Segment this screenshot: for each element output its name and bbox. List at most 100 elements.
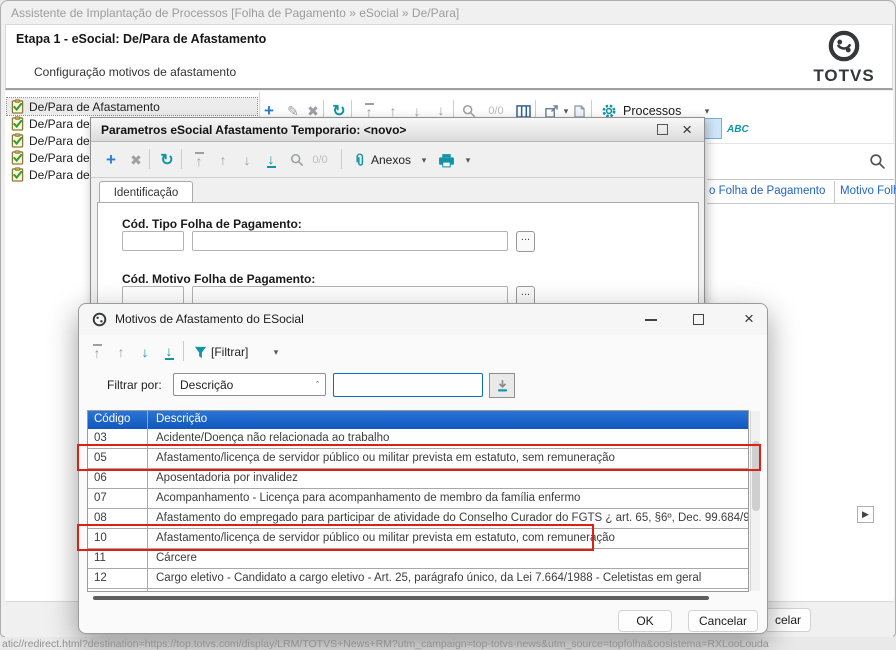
first-record-icon[interactable]: ↑ (87, 341, 107, 363)
minimize-button[interactable] (645, 319, 657, 321)
column-header-codigo[interactable]: Código (88, 411, 148, 429)
next-record-icon[interactable]: ↓ (135, 341, 155, 363)
filtrar-button[interactable]: [Filtrar] (211, 341, 267, 363)
row-code: 10 (88, 529, 148, 548)
row-code: 05 (88, 449, 148, 468)
row-code: 08 (88, 509, 148, 528)
tipo-folha-code-input[interactable] (122, 231, 184, 251)
print-caret-icon[interactable]: ▾ (463, 149, 473, 171)
table-row[interactable]: 03 Acidente/Doença não relacionada ao tra… (88, 429, 748, 449)
sidebar-item-label: De/Para de (29, 133, 90, 148)
search-icon[interactable] (287, 149, 307, 171)
grid-search-bar[interactable] (707, 143, 894, 180)
tab-identificacao[interactable]: Identificação (99, 181, 193, 203)
totvs-logo: TOTVS (812, 29, 876, 86)
ok-button[interactable]: OK (618, 610, 672, 632)
maximize-button[interactable] (657, 124, 668, 135)
table-vertical-scrollbar[interactable] (750, 411, 760, 591)
dialog-parametros-toolbar: + ✖ ↻ ↑ ↑ ↓ ↓ 0/0 Anexos ▾ ▾ (91, 142, 704, 178)
row-desc: Cargo eletivo - Candidato a cargo eletiv… (156, 572, 702, 584)
row-code: 03 (88, 429, 148, 448)
motivos-table: Código Descrição 03 Acidente/Doença não r… (87, 410, 749, 592)
row-code: 12 (88, 569, 148, 588)
row-desc: Aposentadoria por invalidez (156, 472, 298, 484)
clipboard-check-icon (11, 116, 24, 131)
cancel-button[interactable]: Cancelar (688, 610, 758, 632)
filter-field-select[interactable]: Descrição ˆ (173, 373, 326, 396)
dialog-motivos-afastamento: Motivos de Afastamento do ESocial × ↑ ↑ … (77, 303, 768, 634)
dialog-parametros-title: Parametros eSocial Afastamento Temporari… (101, 123, 407, 137)
table-row[interactable]: 11 Cárcere (88, 549, 748, 569)
column-header-descricao[interactable]: Descrição (148, 411, 748, 429)
toggled-toolbar-icon[interactable] (703, 118, 722, 139)
table-row[interactable]: 13Cargo Eletivo - Candidatos a cargo ele… (88, 589, 748, 591)
last-record-icon[interactable]: ↓ (261, 149, 281, 171)
row-desc: Acompanhamento - Licença para acompanham… (156, 492, 581, 504)
filter-funnel-icon[interactable] (191, 341, 209, 363)
row-desc: Acidente/Doença não relacionada ao traba… (156, 432, 390, 444)
row-desc: Afastamento do empregado para participar… (156, 512, 748, 524)
table-row[interactable]: 05 Afastamento/licença de servidor públic… (88, 449, 748, 469)
toolbar-separator (183, 341, 184, 361)
filter-apply-icon (497, 380, 507, 392)
toolbar-separator (181, 149, 182, 169)
tipo-folha-desc-input[interactable] (192, 231, 508, 251)
apply-filter-button[interactable] (489, 373, 515, 398)
grid-column-tipo-folha[interactable]: o Folha de Pagamento (709, 185, 825, 197)
grid-header-row: o Folha de Pagamento Motivo Folha (707, 181, 896, 204)
totvs-window-icon (92, 312, 107, 332)
table-row[interactable]: 12 Cargo eletivo - Candidato a cargo elet… (88, 569, 748, 589)
sidebar-item-label: De/Para de (29, 167, 90, 182)
table-row[interactable]: 07 Acompanhamento - Licença para acompanh… (88, 489, 748, 509)
filter-by-label: Filtrar por: (107, 378, 162, 392)
row-desc: Afastamento/licença de servidor público … (156, 452, 615, 464)
totvs-logo-text: TOTVS (813, 66, 875, 85)
paperclip-icon[interactable] (351, 149, 367, 171)
clipboard-check-icon (11, 133, 24, 148)
scroll-right-button[interactable]: ▶ (857, 506, 874, 523)
status-url-text: atic//redirect.html?destination=https://… (2, 638, 769, 650)
table-horizontal-scrollbar[interactable] (93, 596, 709, 600)
chevron-down-icon: ˆ (316, 379, 319, 390)
sidebar-item-label: De/Para de Afastamento (29, 99, 160, 114)
grid-column-motivo-folha[interactable]: Motivo Folha (840, 185, 896, 197)
refresh-icon[interactable]: ↻ (157, 149, 177, 171)
last-record-icon[interactable]: ↓ (159, 341, 179, 363)
sidebar-item-label: De/Para de (29, 116, 90, 131)
previous-record-icon[interactable]: ↑ (111, 341, 131, 363)
filtrar-caret-icon[interactable]: ▾ (271, 341, 281, 363)
sidebar-item-depara-afastamento[interactable]: De/Para de Afastamento (6, 97, 258, 116)
anexos-button[interactable]: Anexos (371, 149, 417, 171)
delete-icon[interactable]: ✖ (127, 149, 145, 171)
add-button[interactable]: + (101, 149, 121, 171)
table-row[interactable]: 06 Aposentadoria por invalidez (88, 469, 748, 489)
totvs-logo-icon (827, 30, 861, 67)
close-button[interactable]: × (682, 121, 692, 138)
filter-row: Filtrar por: Descrição ˆ (79, 368, 767, 404)
table-row[interactable]: 08 Afastamento do empregado para particip… (88, 509, 748, 529)
wizard-header: Etapa 1 - eSocial: De/Para de Afastament… (5, 24, 893, 90)
filter-text-input[interactable] (333, 373, 483, 397)
row-code: 06 (88, 469, 148, 488)
tipo-folha-browse-button[interactable]: ... (516, 231, 535, 252)
clipboard-check-icon (11, 99, 24, 114)
next-record-icon[interactable]: ↓ (237, 149, 257, 171)
window-title: Assistente de Implantação de Processos [… (11, 6, 460, 20)
previous-record-icon[interactable]: ↑ (213, 149, 233, 171)
clipboard-check-icon (11, 150, 24, 165)
clipboard-check-icon (11, 167, 24, 182)
spellcheck-abc-icon[interactable]: ABC (727, 124, 749, 135)
screen: Assistente de Implantação de Processos [… (0, 0, 896, 650)
cancel-button-partial[interactable]: celar (765, 608, 811, 632)
anexos-caret-icon[interactable]: ▾ (419, 149, 429, 171)
row-code: 13 (88, 589, 148, 591)
first-record-icon[interactable]: ↑ (189, 149, 209, 171)
print-icon[interactable] (435, 149, 457, 171)
grid-column-divider (834, 181, 835, 204)
row-code: 11 (88, 549, 148, 568)
scrollbar-thumb[interactable] (752, 441, 760, 511)
close-button[interactable]: × (739, 308, 759, 330)
maximize-button[interactable] (693, 314, 704, 325)
step-subtitle: Configuração motivos de afastamento (34, 65, 237, 79)
table-row[interactable]: 10 Afastamento/licença de servidor públic… (88, 529, 748, 549)
